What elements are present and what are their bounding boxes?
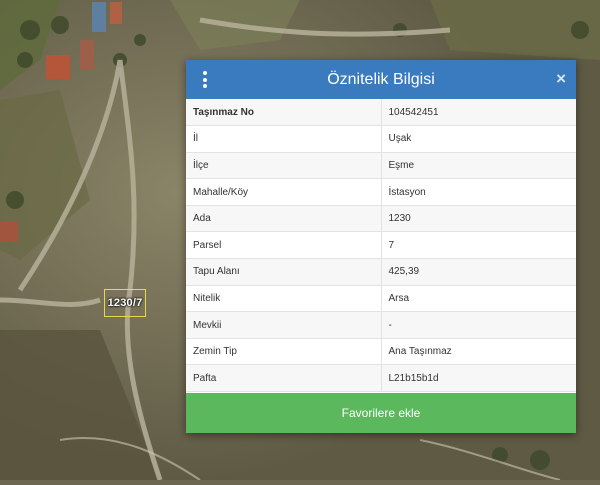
attribute-value: Uşak [381,125,576,153]
attribute-value: 425,39 [381,258,576,286]
attribute-key: Parsel [186,231,382,260]
attribute-key: Ada [186,205,382,233]
attribute-table: Taşınmaz No 104542451 İl Uşak İlçe Eşme … [186,99,576,393]
parcel-label[interactable]: 1230/7 [104,289,146,317]
table-row: İl Uşak [186,125,576,153]
close-icon[interactable]: × [556,69,566,89]
attribute-key: Tapu Alanı [186,258,382,286]
attribute-info-popup: Öznitelik Bilgisi × Taşınmaz No 10454245… [186,60,576,433]
attribute-value: L21b15b1d [381,364,576,393]
attribute-value: İstasyon [381,178,576,206]
attribute-key: İlçe [186,152,382,180]
attribute-value: Arsa [381,285,576,313]
table-row: Nitelik Arsa [186,285,576,313]
popup-title: Öznitelik Bilgisi [327,70,435,88]
attribute-key: İl [186,125,382,153]
add-to-favorites-button[interactable]: Favorilere ekle [186,393,576,433]
table-row: İlçe Eşme [186,152,576,180]
table-row: Mevkii - [186,311,576,339]
table-row: Tapu Alanı 425,39 [186,258,576,286]
table-row: Zemin Tip Ana Taşınmaz [186,338,576,366]
table-row: Ada 1230 [186,205,576,233]
vertical-ellipsis-icon[interactable] [200,71,210,88]
table-row: Parsel 7 [186,231,576,260]
attribute-value: Eşme [381,152,576,180]
attribute-value: 104542451 [381,99,576,127]
attribute-key: Taşınmaz No [186,99,382,127]
attribute-key: Pafta [186,364,382,393]
attribute-value: Ana Taşınmaz [381,338,576,366]
attribute-value: 7 [381,231,576,260]
attribute-key: Nitelik [186,285,382,313]
attribute-value: - [381,311,576,339]
table-row: Mahalle/Köy İstasyon [186,178,576,206]
table-row: Taşınmaz No 104542451 [186,99,576,127]
table-row: Pafta L21b15b1d [186,364,576,393]
popup-header: Öznitelik Bilgisi × [186,60,576,99]
attribute-value: 1230 [381,205,576,233]
attribute-key: Zemin Tip [186,338,382,366]
attribute-key: Mahalle/Köy [186,178,382,206]
attribute-key: Mevkii [186,311,382,339]
